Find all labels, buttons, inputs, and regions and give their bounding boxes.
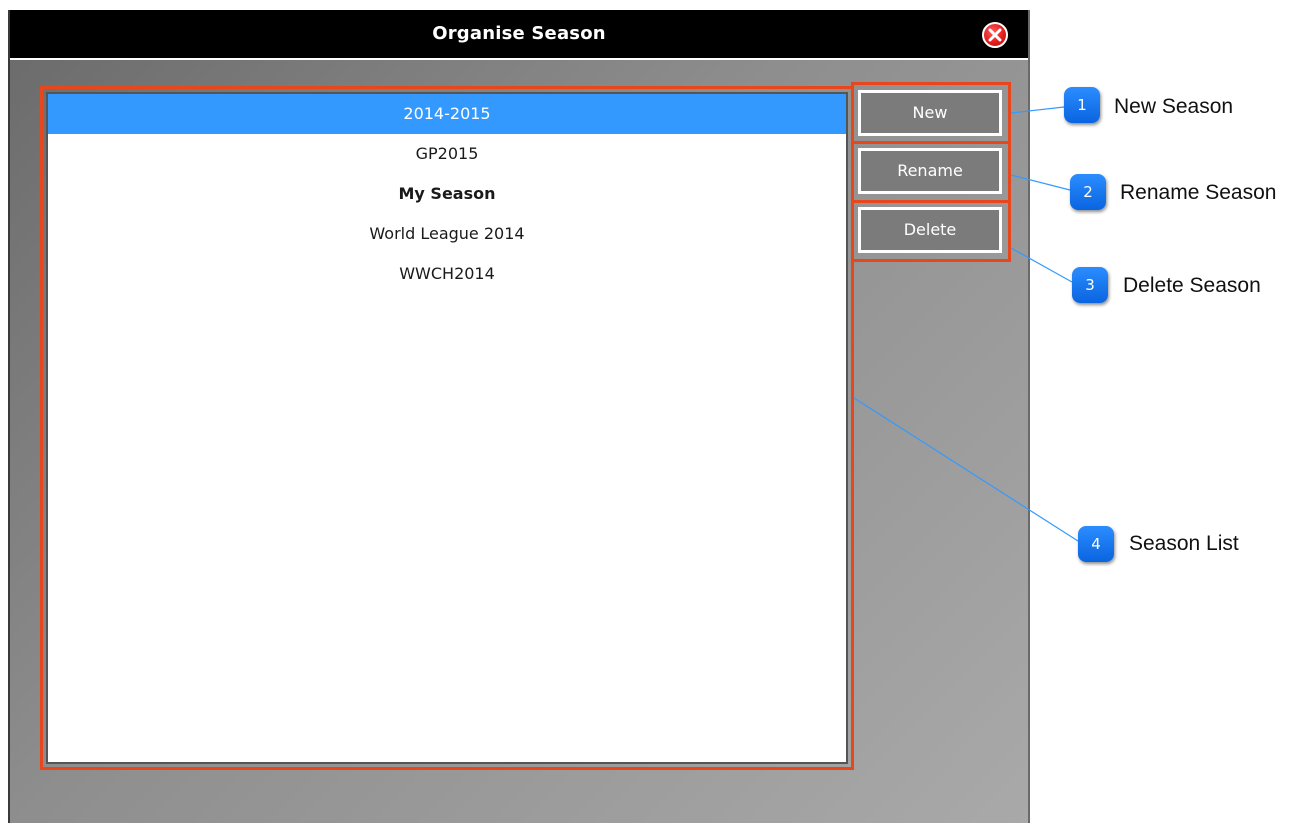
callout-label-new-season: New Season: [1114, 95, 1234, 118]
callout-badge-2: 2: [1070, 174, 1106, 210]
callout-line-3: [1010, 247, 1073, 283]
callout-line-2: [1010, 174, 1071, 191]
callout-badge-3: 3: [1072, 267, 1108, 303]
callout-label-rename-season: Rename Season: [1120, 181, 1277, 204]
help-screenshot: Organise Season 2014-2015 GP2015 My Seas…: [0, 0, 1311, 823]
callout-line-4: [853, 397, 1079, 542]
callout-badge-4: 4: [1078, 526, 1114, 562]
callout-label-delete-season: Delete Season: [1123, 274, 1261, 297]
callout-label-season-list: Season List: [1129, 532, 1239, 555]
callout-badge-1: 1: [1064, 87, 1100, 123]
callout-line-1: [1010, 106, 1065, 114]
callout-connectors: [853, 106, 1079, 542]
